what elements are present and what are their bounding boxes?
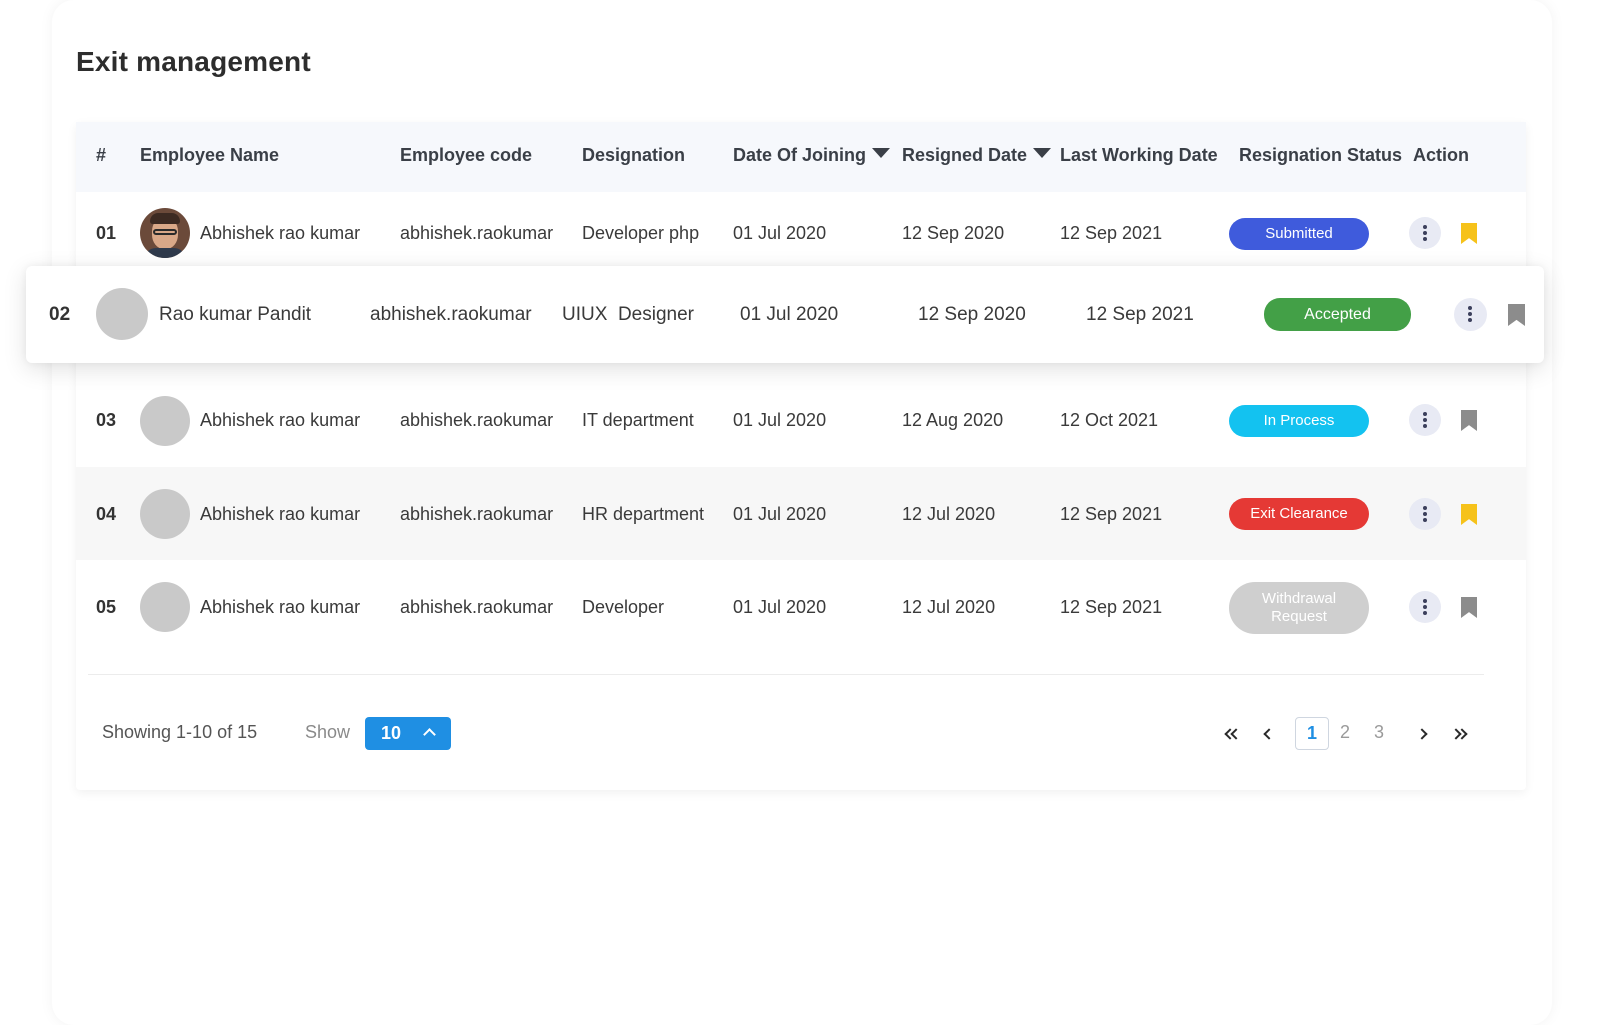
header-designation: Designation xyxy=(582,145,686,165)
header-employee-name: Employee Name xyxy=(140,145,280,165)
showing-count: Showing 1-10 of 15 xyxy=(102,722,258,742)
status-badge: Withdrawal Request xyxy=(1229,582,1369,634)
employee-code: abhishek.raokumar xyxy=(400,504,554,524)
employee-name: Abhishek rao kumar xyxy=(200,597,361,617)
page-size-value: 10 xyxy=(381,723,402,743)
page-title: Exit management xyxy=(76,46,311,77)
last-working-date: 12 Sep 2021 xyxy=(1060,597,1163,617)
employee-name: Rao kumar Pandit xyxy=(159,304,312,325)
more-vertical-icon[interactable] xyxy=(1409,217,1441,249)
row-number: 01 xyxy=(96,223,117,243)
employee-code: abhishek.raokumar xyxy=(400,410,554,430)
employee-code: abhishek.raokumar xyxy=(370,304,532,325)
employee-name: Abhishek rao kumar xyxy=(200,504,361,524)
avatar xyxy=(140,208,190,258)
more-vertical-icon[interactable] xyxy=(1409,498,1441,530)
date-of-joining: 01 Jul 2020 xyxy=(733,410,827,430)
status-badge: In Process xyxy=(1229,405,1369,437)
date-of-joining: 01 Jul 2020 xyxy=(733,597,827,617)
avatar xyxy=(140,396,190,446)
header-date-of-joining[interactable]: Date Of Joining xyxy=(733,145,891,166)
employee-code: abhishek.raokumar xyxy=(400,597,554,617)
designation: Developer php xyxy=(582,223,700,243)
resigned-date: 12 Jul 2020 xyxy=(902,504,996,524)
avatar xyxy=(140,582,190,632)
resigned-date: 12 Sep 2020 xyxy=(902,223,1005,243)
page-3-button[interactable]: 3 xyxy=(1374,722,1384,743)
header-action: Action xyxy=(1413,145,1469,165)
status-badge: Exit Clearance xyxy=(1229,498,1369,530)
header-number: # xyxy=(96,145,107,165)
page-1-button[interactable]: 1 xyxy=(1295,717,1329,750)
footer-divider xyxy=(88,674,1484,675)
caret-down-icon[interactable] xyxy=(872,148,891,158)
last-working-date: 12 Oct 2021 xyxy=(1060,410,1159,430)
date-of-joining: 01 Jul 2020 xyxy=(740,304,839,325)
double-chevron-right-icon[interactable] xyxy=(1450,727,1468,741)
caret-down-icon[interactable] xyxy=(1033,148,1052,158)
more-vertical-icon[interactable] xyxy=(1454,298,1487,331)
last-working-date: 12 Sep 2021 xyxy=(1060,223,1163,243)
more-vertical-icon[interactable] xyxy=(1409,591,1441,623)
row-number: 02 xyxy=(49,304,71,325)
double-chevron-left-icon[interactable] xyxy=(1224,727,1242,741)
designation: UIUX Designer xyxy=(562,304,694,325)
last-working-date: 12 Sep 2021 xyxy=(1060,504,1163,524)
employee-name: Abhishek rao kumar xyxy=(200,410,361,430)
designation: Developer xyxy=(582,597,665,617)
employee-code: abhishek.raokumar xyxy=(400,223,554,243)
chevron-right-icon[interactable] xyxy=(1416,727,1432,741)
resigned-date: 12 Aug 2020 xyxy=(902,410,1004,430)
chevron-up-icon xyxy=(423,728,436,741)
header-resigned-date[interactable]: Resigned Date xyxy=(902,145,1052,166)
avatar xyxy=(96,288,148,340)
employee-name: Abhishek rao kumar xyxy=(200,223,361,243)
page-2-button[interactable]: 2 xyxy=(1340,722,1350,743)
designation: HR department xyxy=(582,504,705,524)
status-badge: Submitted xyxy=(1229,218,1369,250)
last-working-date: 12 Sep 2021 xyxy=(1086,304,1194,325)
date-of-joining: 01 Jul 2020 xyxy=(733,223,827,243)
avatar xyxy=(140,489,190,539)
header-last-working-date: Last Working Date xyxy=(1060,145,1218,165)
status-badge-line2: Request xyxy=(1271,608,1327,625)
resigned-date: 12 Sep 2020 xyxy=(918,304,1026,325)
date-of-joining: 01 Jul 2020 xyxy=(733,504,827,524)
page-size-select[interactable]: 10 xyxy=(365,717,451,750)
row-number: 03 xyxy=(96,410,117,430)
status-badge-line1: Withdrawal xyxy=(1261,590,1337,607)
header-date-of-joining-label: Date Of Joining xyxy=(733,145,867,165)
row-number: 05 xyxy=(96,597,117,617)
show-label: Show xyxy=(305,722,351,742)
designation: IT department xyxy=(582,410,694,430)
header-employee-code: Employee code xyxy=(400,145,533,165)
resigned-date: 12 Jul 2020 xyxy=(902,597,996,617)
status-badge: Accepted xyxy=(1264,298,1411,331)
more-vertical-icon[interactable] xyxy=(1409,404,1441,436)
chevron-left-icon[interactable] xyxy=(1261,727,1277,741)
header-resignation-status: Resignation Status xyxy=(1239,145,1403,165)
row-number: 04 xyxy=(96,504,117,524)
header-resigned-date-label: Resigned Date xyxy=(902,145,1028,165)
